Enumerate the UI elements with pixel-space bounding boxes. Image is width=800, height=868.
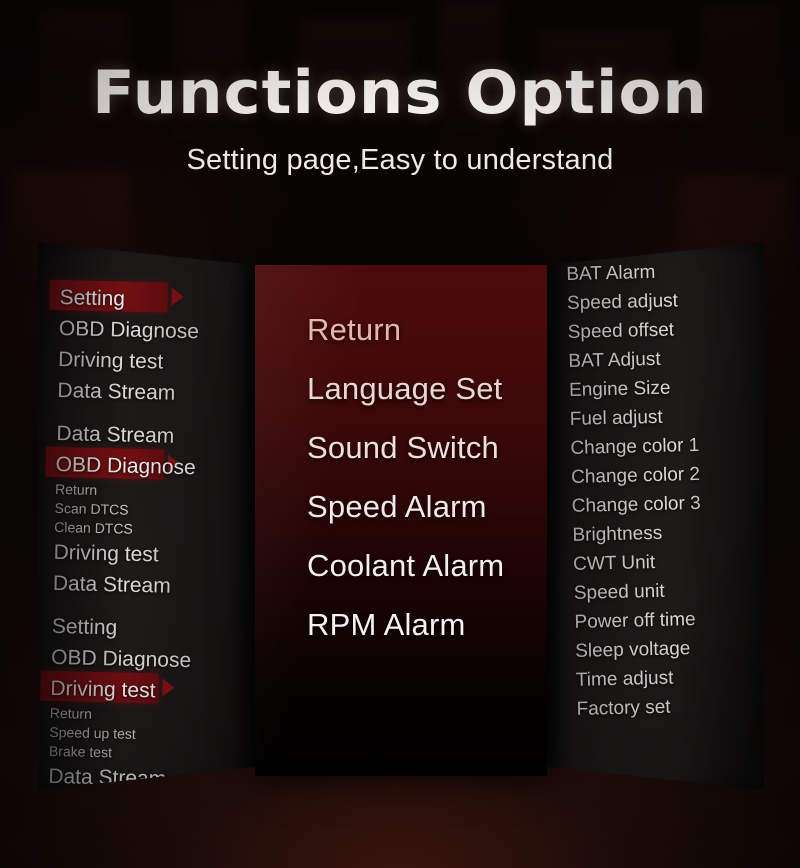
right-menu-item[interactable]: Speed unit — [574, 574, 764, 608]
right-menu-item[interactable]: Power off time — [574, 603, 764, 637]
right-menu-item-label: Change color 2 — [570, 463, 701, 488]
left-menu-item[interactable]: Data Stream — [53, 568, 256, 604]
center-menu-item[interactable]: Return — [307, 313, 537, 347]
left-menu-item-label: Driving test — [53, 540, 159, 567]
left-menu-item-label: OBD Diagnose — [55, 452, 197, 480]
right-menu-item[interactable]: CWT Unit — [573, 545, 764, 579]
right-menu-item[interactable]: Speed adjust — [567, 284, 764, 318]
right-menu-item[interactable]: BAT Alarm — [566, 255, 764, 289]
right-menu-item[interactable]: Sleep voltage — [575, 632, 764, 666]
left-menu-item-label: Setting — [59, 285, 126, 311]
left-menu-item-label: Brake test — [48, 742, 113, 761]
center-menu-item[interactable]: Sound Switch — [307, 431, 537, 465]
right-menu-item[interactable]: Fuel adjust — [569, 400, 764, 434]
left-panel: Setting OBD Diagnose Driving test Data Stre… — [38, 242, 256, 791]
center-menu-item[interactable]: RPM Alarm — [307, 608, 537, 642]
left-menu-item[interactable]: Setting — [49, 279, 256, 318]
right-menu-item-label: Engine Size — [568, 377, 671, 401]
right-menu-item-label: Change color 3 — [571, 492, 701, 517]
chevron-right-icon — [162, 678, 175, 697]
right-menu-item-label: Speed unit — [573, 580, 665, 604]
right-menu-item[interactable]: Speed offset — [567, 313, 764, 347]
left-menu-item-label: OBD Diagnose — [58, 316, 200, 344]
right-menu-item-label: Time adjust — [575, 667, 674, 691]
right-menu-item-label: CWT Unit — [572, 551, 656, 575]
right-menu-item-label: Fuel adjust — [569, 406, 663, 430]
left-menu-list: Setting OBD Diagnose Driving test Data Stre… — [40, 279, 256, 791]
right-menu-item-label: Speed offset — [567, 319, 675, 343]
right-menu-item-label: Sleep voltage — [574, 638, 691, 662]
scene-background: Functions Option Setting page,Easy to und… — [0, 0, 800, 868]
left-menu-item-label: Driving test — [57, 347, 164, 374]
right-menu-item[interactable]: Factory set — [576, 690, 764, 724]
right-menu-item-label: Speed adjust — [566, 290, 679, 314]
center-menu-item-label: Sound Switch — [307, 430, 499, 465]
right-menu-item-label: Power off time — [574, 609, 696, 633]
left-menu-item-label: Speed up test — [49, 723, 136, 742]
center-menu-item[interactable]: Language Set — [307, 372, 537, 406]
right-panel: BAT Alarm Speed adjust Speed offset BAT Adj… — [546, 242, 764, 790]
left-menu-item-label: Data Stream — [57, 378, 176, 405]
right-menu-item[interactable]: Change color 3 — [571, 487, 764, 521]
right-menu-item[interactable]: Change color 2 — [571, 458, 764, 492]
left-menu-item-label: Data Stream — [52, 571, 172, 598]
chevron-right-icon — [171, 287, 184, 306]
left-menu-item[interactable]: Driving test — [53, 537, 256, 573]
center-menu-list: Return Language Set Sound Switch Speed Alar… — [307, 313, 537, 642]
page-title: Functions Option — [0, 62, 800, 124]
left-menu-item[interactable]: Driving test — [40, 670, 256, 709]
center-screen-panel: Return Language Set Sound Switch Speed Alar… — [255, 265, 547, 776]
left-menu-item-label: Scan DTCS — [54, 499, 129, 518]
left-menu-item-label: OBD Diagnose — [50, 645, 192, 673]
right-menu-item-label: BAT Adjust — [568, 348, 661, 372]
right-menu-list: BAT Alarm Speed adjust Speed offset BAT Adj… — [566, 255, 764, 724]
left-menu-item[interactable]: Setting — [52, 611, 256, 647]
page-subtitle: Setting page,Easy to understand — [186, 144, 614, 176]
center-menu-item-label: Return — [307, 312, 402, 347]
right-menu-item-label: Factory set — [576, 696, 671, 720]
left-menu-item-label: Return — [49, 704, 93, 722]
center-menu-item-label: Language Set — [307, 371, 503, 406]
right-menu-item[interactable]: Time adjust — [576, 661, 764, 695]
page-title-word-1: Functions — [92, 58, 443, 128]
center-menu-item[interactable]: Coolant Alarm — [307, 549, 537, 583]
right-panel-surface: BAT Alarm Speed adjust Speed offset BAT Adj… — [546, 242, 764, 790]
left-menu-item-label: Return — [54, 480, 98, 498]
right-menu-item[interactable]: Engine Size — [569, 371, 764, 405]
center-menu-item-label: RPM Alarm — [307, 607, 466, 642]
left-menu-item-label: Clean DTCS — [54, 518, 133, 537]
right-menu-item[interactable]: BAT Adjust — [568, 342, 764, 376]
left-menu-item[interactable]: Data Stream — [48, 761, 256, 791]
page-header: Functions Option Setting page,Easy to und… — [0, 0, 800, 215]
right-menu-item-label: BAT Alarm — [566, 261, 656, 285]
right-menu-item[interactable]: Change color 1 — [570, 429, 764, 463]
page-title-word-2: Option — [465, 58, 708, 128]
center-menu-item-label: Speed Alarm — [307, 489, 487, 524]
left-panel-surface: Setting OBD Diagnose Driving test Data Stre… — [38, 242, 256, 791]
left-menu-item[interactable]: Data Stream — [57, 375, 256, 411]
center-menu-item[interactable]: Speed Alarm — [307, 490, 537, 524]
left-menu-item[interactable]: OBD Diagnose — [45, 446, 256, 485]
right-menu-item-label: Brightness — [572, 522, 663, 546]
right-menu-item[interactable]: Brightness — [572, 516, 764, 550]
left-menu-item-label: Driving test — [50, 676, 156, 703]
left-menu-item-label: Data Stream — [48, 764, 167, 791]
left-menu-item-label: Data Stream — [56, 421, 175, 448]
right-menu-item-label: Change color 1 — [570, 434, 700, 459]
left-menu-item-label: Setting — [51, 614, 118, 640]
center-menu-item-label: Coolant Alarm — [307, 548, 505, 583]
